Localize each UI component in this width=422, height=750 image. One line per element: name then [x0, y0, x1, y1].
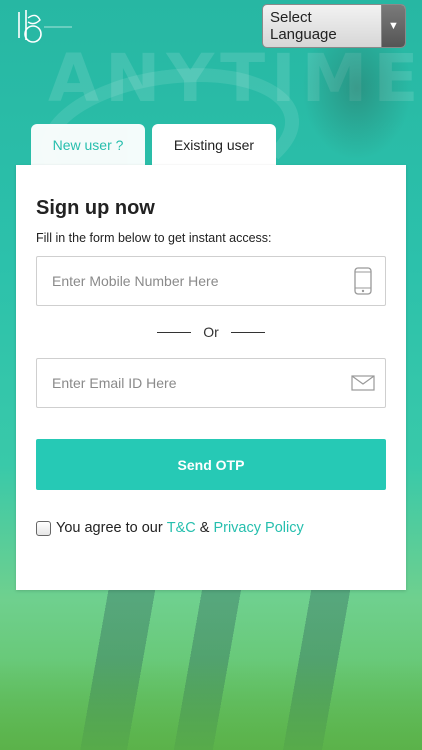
send-otp-button[interactable]: Send OTP: [36, 439, 386, 490]
agree-joiner: &: [195, 520, 214, 536]
language-select[interactable]: Select Language ▼: [262, 4, 406, 48]
background-athlete-head: [302, 40, 412, 160]
or-divider: Or: [36, 322, 386, 342]
form-subtitle: Fill in the form below to get instant ac…: [36, 231, 272, 245]
divider-line-right: [230, 331, 265, 333]
agree-checkbox[interactable]: [36, 520, 51, 536]
triangle-down-icon: ▼: [381, 5, 405, 47]
mobile-phone-icon: [341, 267, 385, 295]
tab-new-user[interactable]: New user ?: [31, 124, 145, 166]
background-grass: [0, 660, 422, 750]
app-logo: [14, 8, 74, 48]
signup-card: Sign up now Fill in the form below to ge…: [16, 165, 406, 590]
envelope-icon: [341, 375, 385, 391]
language-select-label: Select Language: [270, 9, 337, 43]
form-title: Sign up now: [36, 197, 155, 219]
email-field[interactable]: [36, 358, 386, 408]
terms-link[interactable]: T&C: [167, 520, 196, 536]
or-label: Or: [203, 324, 219, 340]
tab-existing-user[interactable]: Existing user: [152, 124, 276, 166]
terms-agreement: You agree to our T&C & Privacy Policy: [36, 518, 304, 538]
mobile-input[interactable]: [37, 257, 341, 305]
email-input[interactable]: [37, 359, 341, 407]
privacy-policy-link[interactable]: Privacy Policy: [213, 520, 303, 536]
mobile-field[interactable]: [36, 256, 386, 306]
agree-prefix: You agree to our: [56, 520, 167, 536]
divider-line-left: [157, 331, 192, 333]
